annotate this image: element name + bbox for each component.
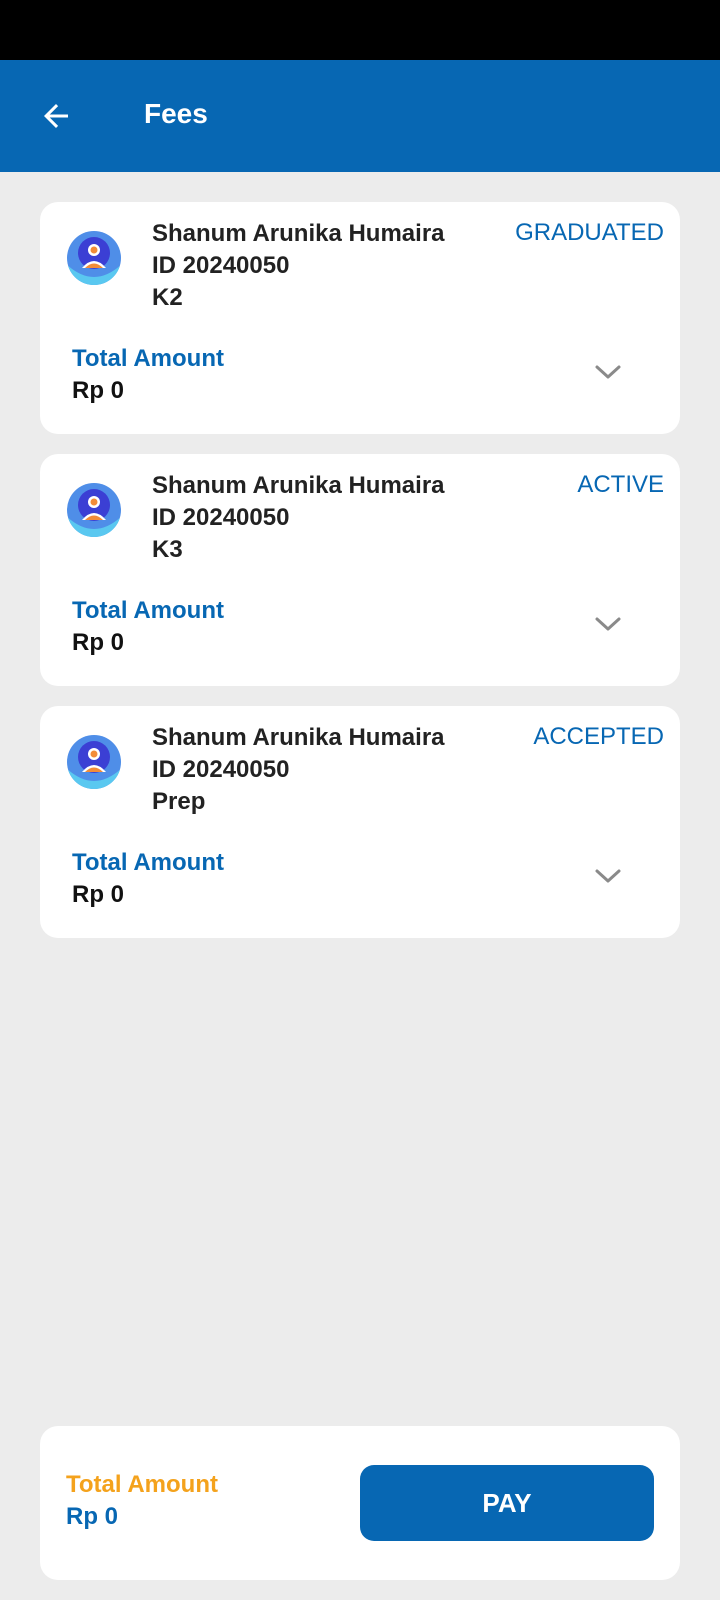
student-id: ID 20240050 — [152, 252, 290, 279]
student-id: ID 20240050 — [152, 504, 290, 531]
student-avatar-icon — [67, 735, 121, 789]
student-fee-card: Shanum Arunika Humaira ID 20240050 K3 AC… — [40, 454, 680, 686]
student-id: ID 20240050 — [152, 756, 290, 783]
student-avatar-icon — [67, 483, 121, 537]
total-amount-value: Rp 0 — [72, 629, 125, 656]
expand-button[interactable] — [588, 860, 628, 894]
total-amount-label: Total Amount — [72, 849, 224, 876]
page-title: Fees — [144, 98, 208, 129]
pay-button[interactable]: PAY — [360, 1465, 654, 1541]
status-badge: GRADUATED — [515, 219, 664, 246]
student-name: Shanum Arunika Humaira — [152, 724, 445, 751]
student-grade: K2 — [152, 284, 183, 311]
student-avatar-icon — [67, 231, 121, 285]
expand-button[interactable] — [588, 356, 628, 390]
arrow-left-icon — [44, 104, 68, 128]
status-badge: ACTIVE — [577, 471, 664, 498]
grand-total-label: Total Amount — [66, 1471, 218, 1498]
status-badge: ACCEPTED — [533, 723, 664, 750]
payment-summary-panel: Total Amount Rp 0 PAY — [40, 1426, 680, 1580]
student-grade: Prep — [152, 788, 206, 815]
total-amount-value: Rp 0 — [72, 377, 125, 404]
grand-total-value: Rp 0 — [66, 1503, 119, 1530]
student-name: Shanum Arunika Humaira — [152, 472, 445, 499]
back-button[interactable] — [30, 90, 82, 142]
student-fee-card: Shanum Arunika Humaira ID 20240050 Prep … — [40, 706, 680, 938]
total-amount-label: Total Amount — [72, 345, 224, 372]
chevron-down-icon — [595, 869, 621, 883]
total-amount-label: Total Amount — [72, 597, 224, 624]
app-bar: Fees — [0, 60, 720, 172]
total-amount-value: Rp 0 — [72, 881, 125, 908]
student-fee-card: Shanum Arunika Humaira ID 20240050 K2 GR… — [40, 202, 680, 434]
expand-button[interactable] — [588, 608, 628, 642]
chevron-down-icon — [595, 365, 621, 379]
student-grade: K3 — [152, 536, 183, 563]
status-bar — [0, 0, 720, 60]
student-name: Shanum Arunika Humaira — [152, 220, 445, 247]
chevron-down-icon — [595, 617, 621, 631]
